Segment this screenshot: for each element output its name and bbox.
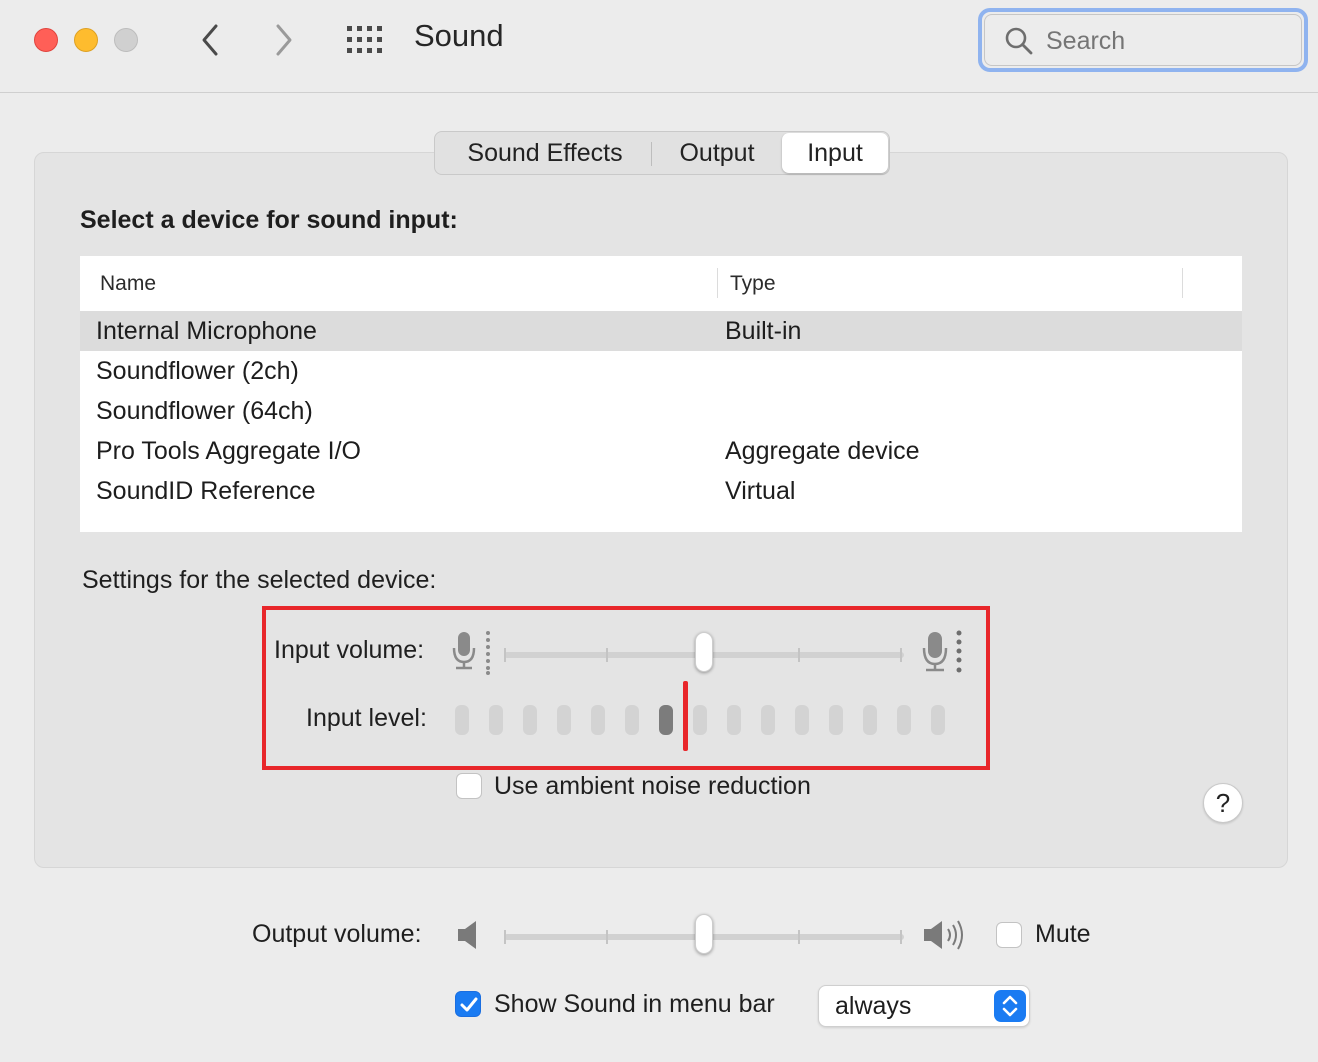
- device-name: Internal Microphone: [96, 317, 317, 345]
- slider-tick: [900, 930, 902, 944]
- search-input[interactable]: [1044, 26, 1278, 57]
- checkmark-icon: [460, 997, 478, 1012]
- device-name: SoundID Reference: [96, 477, 316, 505]
- column-header-type[interactable]: Type: [730, 272, 776, 296]
- window-title: Sound: [414, 18, 504, 53]
- slider-tick: [504, 930, 506, 944]
- table-row[interactable]: Soundflower (64ch): [80, 391, 1242, 431]
- table-row[interactable]: Pro Tools Aggregate I/O Aggregate device: [80, 431, 1242, 471]
- device-table: Name Type Internal Microphone Built-in S…: [80, 256, 1242, 532]
- help-button[interactable]: ?: [1203, 783, 1243, 823]
- table-row[interactable]: Soundflower (2ch): [80, 351, 1242, 391]
- device-type: Built-in: [725, 317, 802, 345]
- device-type: Aggregate device: [725, 437, 920, 465]
- tab-sound-effects[interactable]: Sound Effects: [441, 132, 649, 174]
- tab-bar: Sound Effects Output Input: [434, 131, 890, 175]
- device-section-heading: Select a device for sound input:: [80, 206, 458, 234]
- show-all-button[interactable]: [346, 24, 386, 56]
- settings-heading: Settings for the selected device:: [82, 566, 437, 594]
- chevron-left-icon: [202, 24, 218, 56]
- output-volume-label: Output volume:: [252, 920, 422, 948]
- show-in-menu-bar-checkbox[interactable]: [455, 991, 481, 1017]
- forward-button[interactable]: [266, 20, 302, 60]
- tab-input[interactable]: Input: [782, 133, 888, 173]
- select-stepper[interactable]: [994, 990, 1026, 1022]
- column-header-name[interactable]: Name: [100, 272, 156, 296]
- slider-tick: [606, 930, 608, 944]
- zoom-window-button[interactable]: [114, 28, 138, 52]
- minimize-window-button[interactable]: [74, 28, 98, 52]
- table-row[interactable]: Internal Microphone Built-in: [80, 311, 1242, 351]
- search-icon: [1004, 26, 1034, 56]
- show-in-menu-bar-label: Show Sound in menu bar: [494, 990, 775, 1018]
- table-row[interactable]: SoundID Reference Virtual: [80, 471, 1242, 511]
- back-button[interactable]: [192, 20, 228, 60]
- grid-icon: [347, 26, 382, 53]
- search-field[interactable]: [978, 8, 1308, 72]
- highlight-frame: [262, 606, 990, 770]
- speaker-low-icon: [456, 918, 482, 952]
- select-value: always: [835, 992, 912, 1020]
- mute-checkbox[interactable]: [996, 922, 1022, 948]
- device-name: Pro Tools Aggregate I/O: [96, 437, 361, 465]
- output-volume-slider[interactable]: [504, 914, 904, 954]
- chevron-up-down-icon: [1002, 995, 1018, 1017]
- slider-knob[interactable]: [695, 914, 713, 954]
- device-type: Virtual: [725, 477, 796, 505]
- column-divider: [717, 268, 718, 298]
- chevron-right-icon: [276, 24, 292, 56]
- tab-output[interactable]: Output: [657, 132, 777, 174]
- close-window-button[interactable]: [34, 28, 58, 52]
- ambient-noise-label: Use ambient noise reduction: [494, 772, 811, 800]
- slider-tick: [798, 930, 800, 944]
- ambient-noise-checkbox[interactable]: [456, 773, 482, 799]
- menu-bar-visibility-select[interactable]: always: [818, 985, 1030, 1027]
- device-name: Soundflower (64ch): [96, 397, 313, 425]
- speaker-high-icon: [922, 916, 970, 954]
- mute-label: Mute: [1035, 920, 1091, 948]
- column-divider: [1182, 268, 1183, 298]
- tab-divider: [651, 142, 652, 166]
- device-name: Soundflower (2ch): [96, 357, 299, 385]
